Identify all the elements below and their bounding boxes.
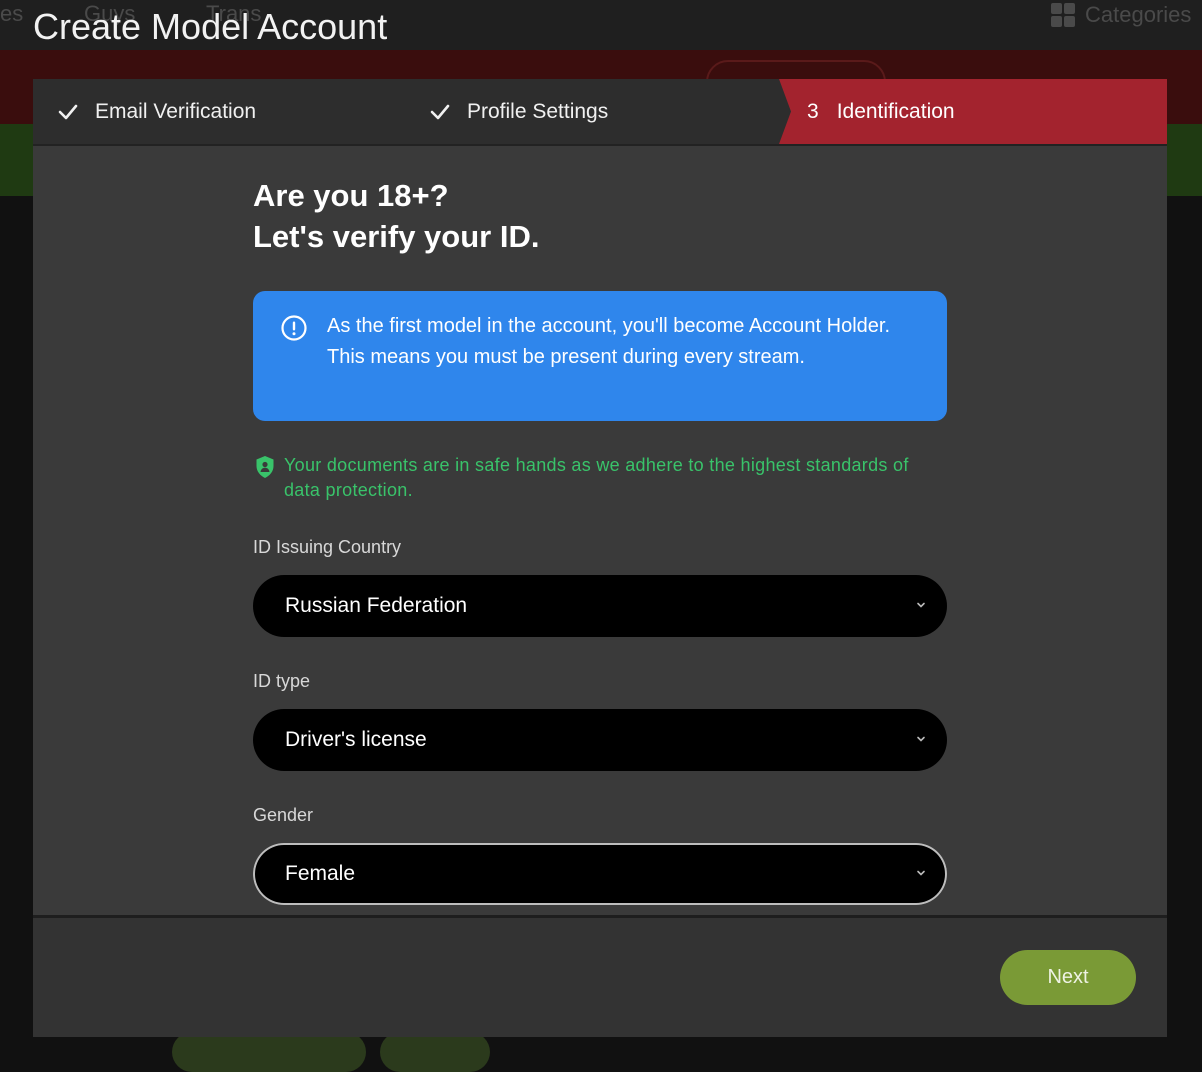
page-title: Create Model Account <box>33 6 388 47</box>
form-heading: Are you 18+? Let's verify your ID. <box>253 175 947 257</box>
background-nav-item: es <box>0 1 24 26</box>
step-number: 3 <box>807 99 819 123</box>
background-pill-button <box>380 1032 490 1072</box>
step-email-verification[interactable]: Email Verification <box>57 79 256 144</box>
gender-label: Gender <box>253 805 314 825</box>
chevron-down-icon <box>917 736 925 742</box>
country-select[interactable]: Russian Federation <box>253 575 947 637</box>
background-categories-link: Categories <box>1085 2 1192 27</box>
stepper-divider <box>33 144 1167 146</box>
step-profile-settings[interactable]: Profile Settings <box>429 79 608 144</box>
info-circle-icon <box>281 315 307 341</box>
next-button[interactable]: Next <box>1000 950 1136 1005</box>
country-value: Russian Federation <box>285 594 468 617</box>
heading-line-1: Are you 18+? <box>253 178 449 213</box>
security-note: Your documents are in safe hands as we a… <box>253 453 947 503</box>
stepper: Email Verification Profile Settings 3 Id… <box>33 79 1167 144</box>
step-label: Profile Settings <box>467 99 609 123</box>
modal-footer: Next <box>33 918 1167 1037</box>
id-type-select[interactable]: Driver's license <box>253 709 947 771</box>
account-holder-info-box: As the first model in the account, you'l… <box>253 291 947 421</box>
id-type-value: Driver's license <box>285 728 427 751</box>
step-label: Email Verification <box>95 99 257 123</box>
gender-select[interactable]: Female <box>253 843 947 905</box>
country-label: ID Issuing Country <box>253 537 402 557</box>
identification-form: Are you 18+? Let's verify your ID. As th… <box>253 175 947 905</box>
heading-line-2: Let's verify your ID. <box>253 219 540 254</box>
step-identification[interactable]: 3 Identification <box>779 79 1167 144</box>
checkmark-icon <box>58 104 78 119</box>
id-type-label: ID type <box>253 671 311 691</box>
create-account-modal: Email Verification Profile Settings 3 Id… <box>33 79 1167 1037</box>
shield-icon <box>256 456 274 478</box>
grid-icon <box>1051 3 1075 27</box>
chevron-down-icon <box>917 602 925 608</box>
info-text: As the first model in the account, you'l… <box>327 315 891 368</box>
gender-value: Female <box>285 862 356 885</box>
step-label: Identification <box>836 99 955 123</box>
security-note-text: Your documents are in safe hands as we a… <box>284 455 909 500</box>
checkmark-icon <box>430 104 450 119</box>
chevron-down-icon <box>917 870 925 876</box>
background-pill-button <box>172 1032 366 1072</box>
